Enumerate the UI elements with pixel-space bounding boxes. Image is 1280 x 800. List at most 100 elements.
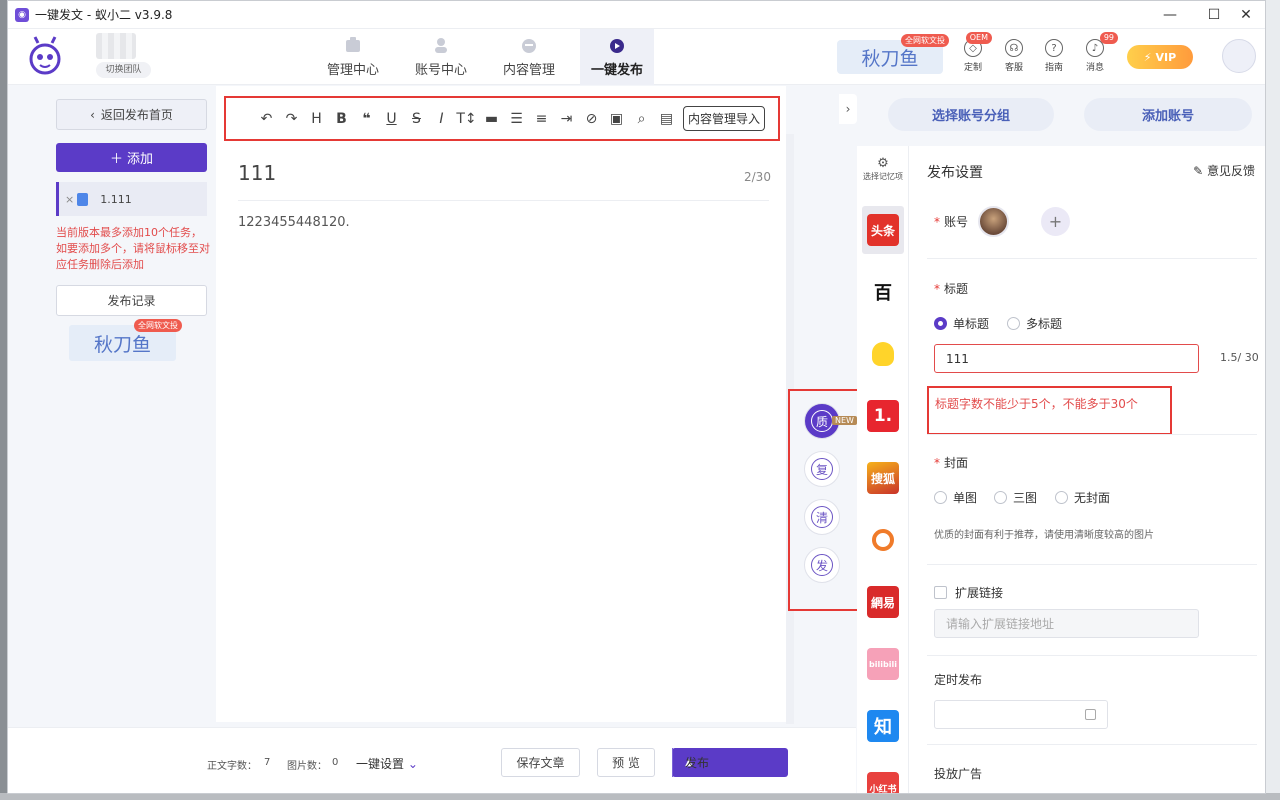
- quality-check-button[interactable]: 质 NEW: [804, 403, 857, 439]
- undo-icon[interactable]: ↶: [254, 107, 279, 131]
- user-avatar[interactable]: [1222, 39, 1256, 73]
- platform-bilibili[interactable]: bilibili: [867, 648, 899, 680]
- collapse-panel-button[interactable]: ›: [839, 94, 857, 124]
- cover-single-label: 单图: [953, 491, 978, 505]
- title-label: 标题: [944, 282, 969, 296]
- clear-format-icon[interactable]: ⊘: [579, 107, 604, 131]
- message-badge: 99: [1099, 32, 1118, 44]
- title-input[interactable]: 111: [934, 344, 1199, 373]
- extend-link-input[interactable]: 请输入扩展链接地址: [934, 609, 1199, 638]
- extend-link-checkbox[interactable]: 扩展链接: [934, 584, 1003, 601]
- font-size-icon[interactable]: T↕: [454, 107, 479, 131]
- align-left-icon[interactable]: ≡: [529, 107, 554, 131]
- heading-icon[interactable]: H: [304, 107, 329, 131]
- new-badge: NEW: [832, 416, 857, 425]
- guide-button[interactable]: ? 指南: [1037, 39, 1071, 73]
- service-button[interactable]: ☊ 客服: [997, 39, 1031, 73]
- back-to-publish-home-button[interactable]: ‹ 返回发布首页: [56, 99, 207, 130]
- add-task-button[interactable]: ＋ 添加: [56, 143, 207, 172]
- word-count-value: 7: [264, 757, 271, 768]
- strikethrough-icon[interactable]: S: [404, 107, 429, 131]
- nav-management[interactable]: 管理中心: [316, 29, 390, 85]
- nav-content[interactable]: 内容管理: [492, 29, 566, 85]
- extend-link-label: 扩展链接: [955, 586, 1004, 600]
- redo-icon[interactable]: ↷: [279, 107, 304, 131]
- settings-title: 发布设置: [927, 165, 983, 181]
- radio-icon: [994, 491, 1007, 504]
- multi-title-label: 多标题: [1026, 317, 1063, 331]
- cover-three-radio[interactable]: 三图: [994, 489, 1037, 506]
- nav-publish-label: 一键发布: [590, 62, 643, 78]
- divider: [927, 564, 1257, 565]
- task-item[interactable]: × 1.111: [56, 182, 207, 216]
- single-title-radio[interactable]: 单标题: [934, 315, 989, 332]
- platform-sohu[interactable]: 搜狐: [867, 462, 899, 494]
- platform-dayu[interactable]: [867, 524, 899, 556]
- nav-publish[interactable]: 一键发布: [580, 29, 654, 85]
- title-divider: [238, 200, 769, 201]
- cover-none-radio[interactable]: 无封面: [1055, 489, 1110, 506]
- minimize-button[interactable]: —: [1148, 1, 1192, 29]
- clear-button[interactable]: 清: [804, 499, 840, 535]
- divider-icon[interactable]: ▬: [479, 107, 504, 131]
- document-icon: [77, 192, 89, 206]
- quality-icon: 质: [811, 410, 833, 432]
- title-bar: ◉ 一键发文 - 蚁小二 v3.9.8 — ☐ ✕: [8, 1, 1265, 29]
- close-button[interactable]: ✕: [1224, 1, 1265, 29]
- platform-toutiao[interactable]: 头条: [867, 214, 899, 246]
- preview-button[interactable]: 预 览: [597, 748, 655, 777]
- add-account-plus-icon[interactable]: +: [1041, 207, 1070, 236]
- list-icon[interactable]: ☰: [504, 107, 529, 131]
- underline-icon[interactable]: U: [379, 107, 404, 131]
- italic-icon[interactable]: I: [429, 107, 454, 131]
- article-title[interactable]: 111: [238, 161, 276, 185]
- feedback-link[interactable]: ✎ 意见反馈: [1193, 162, 1255, 179]
- cover-single-radio[interactable]: 单图: [934, 489, 977, 506]
- indent-icon[interactable]: ⇥: [554, 107, 579, 131]
- account-avatar[interactable]: [978, 206, 1009, 237]
- title-char-count: 2/30: [744, 170, 771, 184]
- one-click-settings-label: 一键设置: [356, 757, 405, 771]
- platform-yidian[interactable]: 1.: [867, 400, 899, 432]
- article-body[interactable]: 1223455448120.: [238, 215, 350, 230]
- custom-label: 定制: [963, 63, 982, 73]
- right-panel-top: 选择账号分组 添加账号: [858, 86, 1265, 146]
- multi-title-radio[interactable]: 多标题: [1007, 315, 1062, 332]
- platform-xiaohongshu[interactable]: 小红书: [867, 772, 899, 793]
- brand-logo-icon[interactable]: [26, 35, 64, 77]
- dayu-icon: [872, 529, 894, 551]
- left-brand-banner[interactable]: 秋刀鱼 全网软文投: [69, 319, 182, 361]
- bold-icon[interactable]: B: [329, 107, 354, 131]
- cover-none-label: 无封面: [1074, 491, 1111, 505]
- platform-baijiahao[interactable]: 百: [867, 276, 899, 308]
- memory-selector[interactable]: ⚙ 选择记忆项: [857, 146, 909, 192]
- search-icon[interactable]: ⌕: [629, 107, 654, 131]
- editor-area[interactable]: [216, 86, 786, 722]
- brand-banner[interactable]: 秋刀鱼 全网软文投: [837, 34, 949, 74]
- schedule-date-input[interactable]: [934, 700, 1108, 729]
- publish-button[interactable]: 发布 ▲: [672, 748, 788, 777]
- team-avatar[interactable]: [96, 33, 136, 59]
- duplicate-check-button[interactable]: 复: [804, 451, 840, 487]
- platform-zhihu[interactable]: 知: [867, 710, 899, 742]
- add-account-button[interactable]: 添加账号: [1084, 98, 1252, 131]
- publish-record-button[interactable]: 发布记录: [56, 285, 207, 316]
- platform-penguin[interactable]: [867, 338, 899, 370]
- import-doc-icon[interactable]: ▤: [654, 107, 679, 131]
- switch-team-button[interactable]: 切换团队: [96, 62, 151, 78]
- save-article-button[interactable]: 保存文章: [501, 748, 580, 777]
- select-account-group-button[interactable]: 选择账号分组: [888, 98, 1054, 131]
- message-button[interactable]: ♪ 99 消息: [1078, 32, 1118, 73]
- platform-netease[interactable]: 網易: [867, 586, 899, 618]
- vip-button[interactable]: ⚡ VIP: [1127, 45, 1193, 69]
- headset-icon: ☊: [1005, 39, 1023, 57]
- content-import-button[interactable]: 内容管理导入: [683, 106, 766, 131]
- remove-task-icon[interactable]: ×: [65, 193, 74, 206]
- image-icon[interactable]: ▣: [604, 107, 629, 131]
- schedule-label: 定时发布: [934, 673, 983, 687]
- quote-icon[interactable]: ❝: [354, 107, 379, 131]
- nav-account[interactable]: 账号中心: [404, 29, 478, 85]
- send-button[interactable]: 发: [804, 547, 840, 583]
- one-click-settings[interactable]: 一键设置 ⌄: [356, 755, 418, 772]
- custom-button[interactable]: ◇ OEM 定制: [956, 32, 992, 73]
